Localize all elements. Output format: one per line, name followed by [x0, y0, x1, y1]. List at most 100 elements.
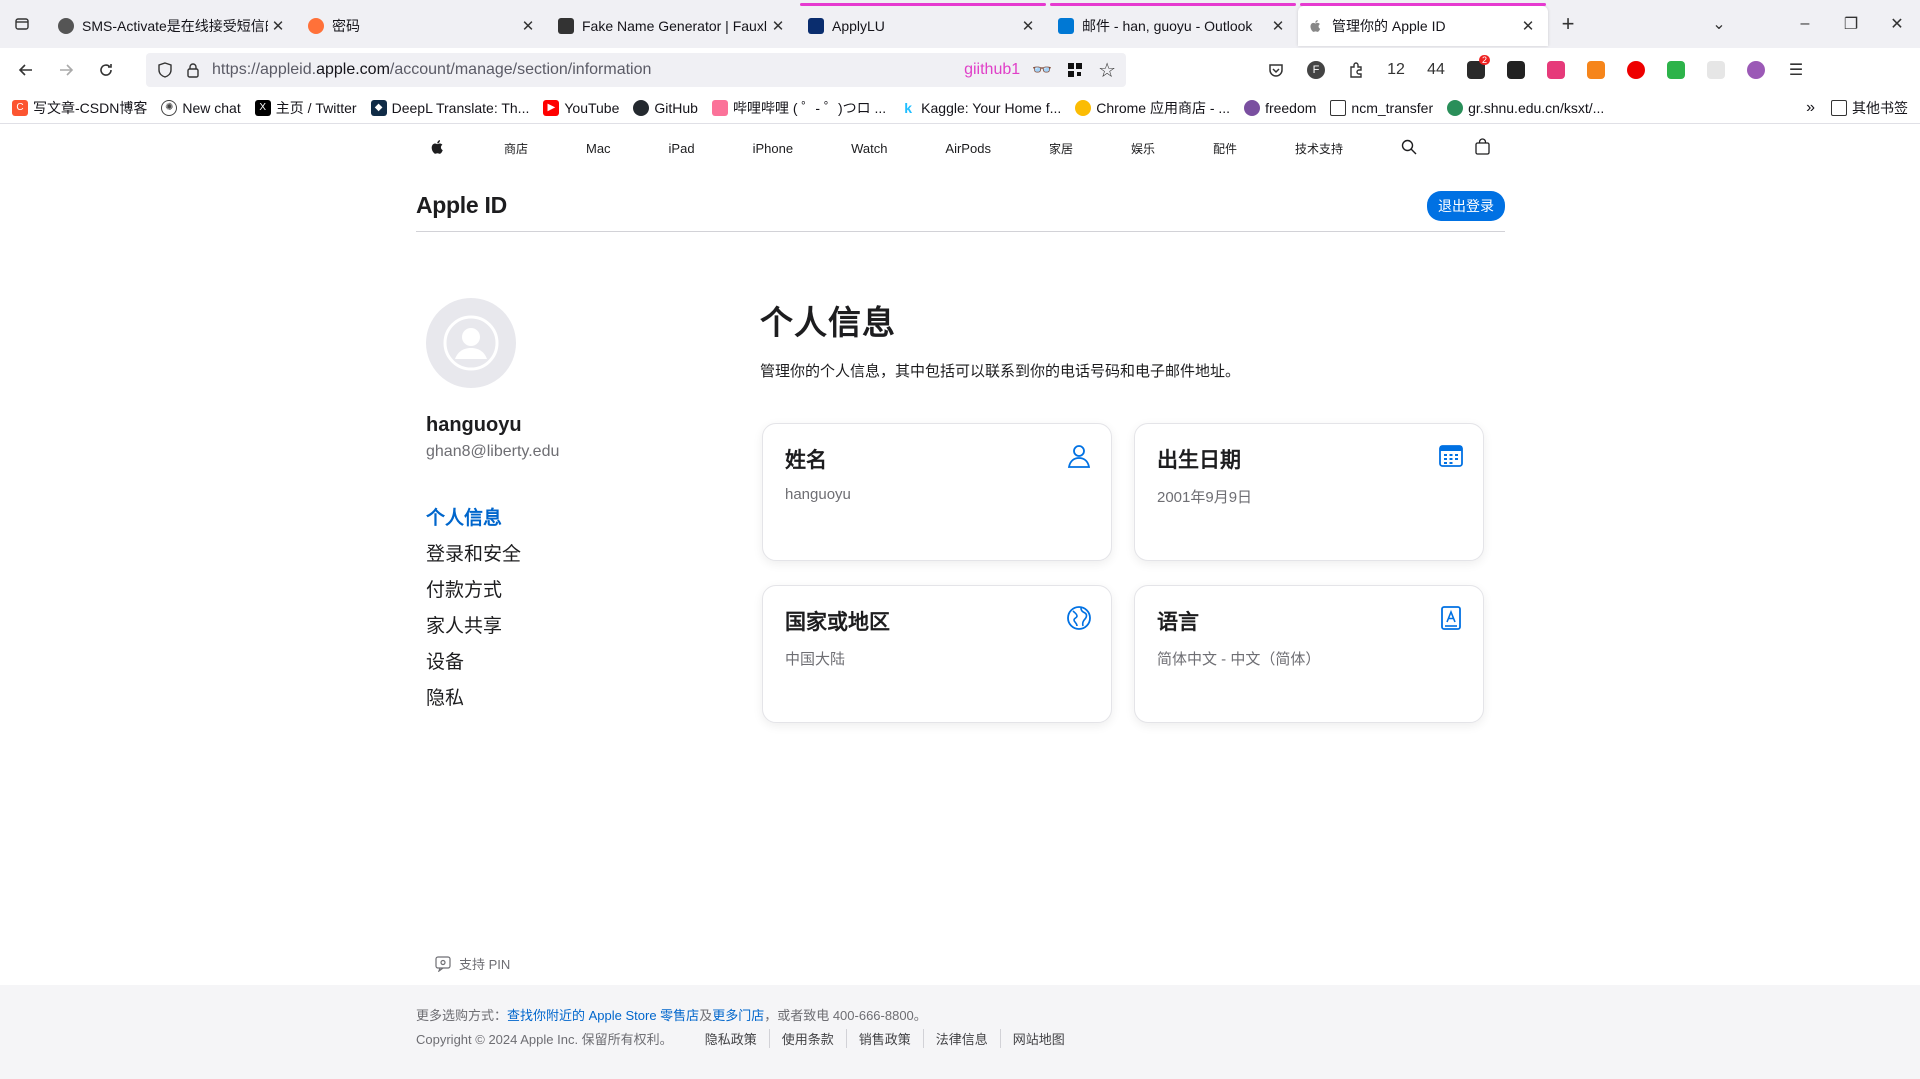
footer-link-sitemap[interactable]: 网站地图: [1001, 1029, 1077, 1048]
pocket-icon[interactable]: [1256, 55, 1296, 85]
bookmark-item[interactable]: k Kaggle: Your Home f...: [900, 100, 1061, 116]
deepl-icon: ◆: [370, 99, 387, 116]
footer-link-sales[interactable]: 销售政策: [847, 1029, 924, 1048]
footer-prefix: 更多选购方式：: [416, 1008, 508, 1023]
extension-f-icon[interactable]: F: [1296, 55, 1336, 85]
sign-out-button[interactable]: 退出登录: [1427, 190, 1505, 221]
metamask-icon[interactable]: [1576, 55, 1616, 85]
sidebar-item-personal-info[interactable]: 个人信息: [426, 501, 726, 537]
bookmark-item[interactable]: gr.shnu.edu.cn/ksxt/...: [1447, 99, 1604, 116]
nav-home[interactable]: 家居: [1049, 140, 1073, 157]
close-icon[interactable]: ✕: [1268, 17, 1288, 35]
puzzle-icon[interactable]: [1336, 55, 1376, 85]
extension-translate-icon[interactable]: [1536, 55, 1576, 85]
extension-blank-icon[interactable]: [1696, 55, 1736, 85]
new-tab-button[interactable]: +: [1548, 11, 1588, 37]
more-stores-link[interactable]: 更多门店: [712, 1008, 764, 1023]
support-pin-label: 支持 PIN: [459, 957, 511, 972]
extension-badge-icon[interactable]: 2: [1456, 55, 1496, 85]
nav-support[interactable]: 技术支持: [1295, 140, 1343, 157]
footer-link-legal[interactable]: 法律信息: [924, 1029, 1001, 1048]
bookmark-item[interactable]: ▶ YouTube: [543, 99, 619, 116]
glasses-icon[interactable]: 👓: [1032, 60, 1052, 80]
bookmark-item[interactable]: ncm_transfer: [1330, 99, 1433, 116]
tab-0[interactable]: SMS-Activate是在线接受短信的 ✕: [48, 6, 298, 46]
tab-favicon: [308, 18, 324, 34]
more-bookmarks-icon[interactable]: »: [1806, 99, 1815, 117]
qr-code-icon[interactable]: [1066, 61, 1084, 79]
tab-2[interactable]: Fake Name Generator | Fauxl ✕: [548, 6, 798, 46]
star-icon[interactable]: ☆: [1098, 58, 1116, 83]
tab-4[interactable]: 邮件 - han, guoyu - Outlook ✕: [1048, 3, 1298, 46]
sidebar-item-sign-in-security[interactable]: 登录和安全: [426, 537, 726, 573]
sidebar-item-privacy[interactable]: 隐私: [426, 681, 726, 717]
forward-button[interactable]: [46, 52, 86, 88]
close-icon[interactable]: ✕: [1018, 17, 1038, 35]
tab-title: 邮件 - han, guoyu - Outlook: [1082, 18, 1253, 34]
sidebar-item-payment[interactable]: 付款方式: [426, 573, 726, 609]
bookmark-item[interactable]: GitHub: [633, 99, 698, 116]
appleid-header: Apple ID 退出登录: [416, 180, 1505, 232]
nav-ipad[interactable]: iPad: [669, 141, 695, 156]
nav-entertainment[interactable]: 娱乐: [1131, 140, 1155, 157]
nav-mac[interactable]: Mac: [586, 141, 611, 156]
close-icon[interactable]: ✕: [518, 17, 538, 35]
card-value: 简体中文 - 中文（简体）: [1157, 651, 1321, 668]
bookmark-item[interactable]: ◆ DeepL Translate: Th...: [370, 99, 529, 116]
card-country-region[interactable]: 国家或地区 中国大陆: [762, 585, 1112, 723]
bookmark-item[interactable]: 哔哩哔哩 ( ゜- ゜)つロ ...: [711, 98, 886, 118]
back-button[interactable]: [6, 52, 46, 88]
card-birthday[interactable]: 出生日期 2001年9月9日: [1134, 423, 1484, 561]
extension-h-icon[interactable]: [1736, 55, 1776, 85]
bookmark-item[interactable]: Chrome 应用商店 - ...: [1075, 98, 1230, 118]
footer-link-terms[interactable]: 使用条款: [770, 1029, 847, 1048]
close-icon[interactable]: ✕: [768, 17, 788, 35]
menu-icon[interactable]: ☰: [1776, 55, 1816, 85]
apple-logo-icon[interactable]: [430, 138, 446, 159]
bookmark-item[interactable]: ✺ New chat: [161, 99, 241, 116]
footer-shopping-info: 更多选购方式：查找你附近的 Apple Store 零售店及更多门店，或者致电 …: [416, 1005, 927, 1024]
extension-grid-icon[interactable]: [1496, 55, 1536, 85]
close-icon[interactable]: ✕: [268, 17, 288, 35]
tab-5[interactable]: 管理你的 Apple ID ✕: [1298, 3, 1548, 46]
bookmarks-bar: C 写文章-CSDN博客 ✺ New chat X 主页 / Twitter ◆ Dee…: [0, 92, 1920, 124]
bookmark-item[interactable]: freedom: [1244, 99, 1316, 116]
card-language[interactable]: 语言 简体中文 - 中文（简体）: [1134, 585, 1484, 723]
bilibili-icon: [711, 99, 728, 116]
chevron-down-icon[interactable]: ⌄: [1696, 14, 1742, 34]
tab-1[interactable]: 密码 ✕: [298, 6, 548, 46]
bookmark-item[interactable]: X 主页 / Twitter: [254, 98, 357, 118]
close-icon[interactable]: ✕: [1518, 17, 1538, 35]
tab-list-button[interactable]: [0, 0, 44, 48]
card-name[interactable]: 姓名 hanguoyu: [762, 423, 1112, 561]
sidebar-item-family-sharing[interactable]: 家人共享: [426, 609, 726, 645]
shield-check-icon[interactable]: [1656, 55, 1696, 85]
window-close-icon[interactable]: ✕: [1874, 14, 1920, 34]
support-pin[interactable]: 支持 PIN: [435, 954, 510, 973]
nav-watch[interactable]: Watch: [851, 141, 887, 156]
bookmark-item[interactable]: C 写文章-CSDN博客: [12, 98, 147, 118]
nav-accessories[interactable]: 配件: [1213, 140, 1237, 157]
main-content: 个人信息 管理你的个人信息，其中包括可以联系到你的电话号码和电子邮件地址。: [760, 296, 1500, 381]
minimize-icon[interactable]: –: [1782, 15, 1828, 33]
nav-store[interactable]: 商店: [504, 140, 528, 157]
bag-icon[interactable]: [1475, 138, 1490, 158]
footer-link-privacy[interactable]: 隐私政策: [693, 1029, 770, 1048]
nav-airpods[interactable]: AirPods: [945, 141, 991, 156]
sidebar-menu: 个人信息 登录和安全 付款方式 家人共享 设备 隐私: [426, 501, 726, 717]
address-bar[interactable]: https://appleid.apple.com/account/manage…: [146, 53, 1126, 87]
reload-button[interactable]: [86, 52, 126, 88]
other-bookmarks[interactable]: 其他书签: [1831, 98, 1908, 118]
tab-3[interactable]: ApplyLU ✕: [798, 3, 1048, 46]
card-title: 出生日期: [1157, 449, 1241, 472]
opera-icon[interactable]: [1616, 55, 1656, 85]
extension-count-44[interactable]: 44: [1416, 55, 1456, 85]
search-icon[interactable]: [1401, 139, 1417, 158]
sidebar-item-devices[interactable]: 设备: [426, 645, 726, 681]
extension-count-12[interactable]: 12: [1376, 55, 1416, 85]
restore-icon[interactable]: ❐: [1828, 14, 1874, 34]
find-store-link[interactable]: 查找你附近的 Apple Store 零售店: [507, 1008, 699, 1023]
kaggle-icon: k: [904, 99, 913, 116]
nav-iphone[interactable]: iPhone: [753, 141, 793, 156]
page-title: Apple ID: [416, 192, 507, 218]
